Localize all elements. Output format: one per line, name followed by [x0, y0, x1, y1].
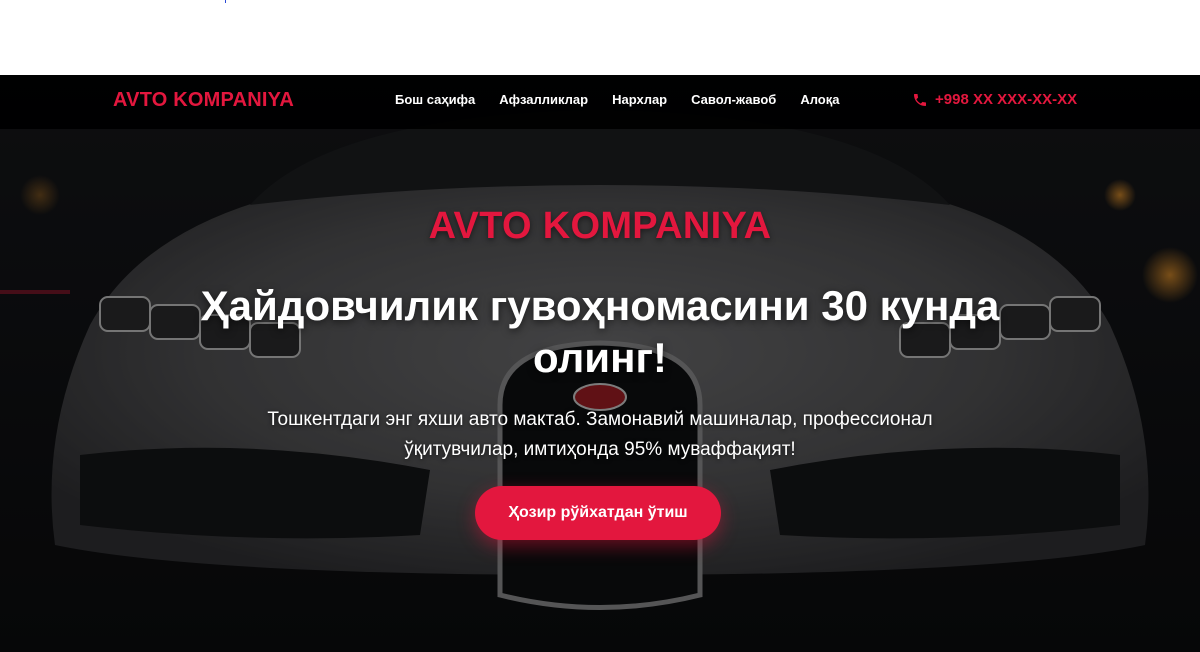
navbar: AVTO KOMPANIYA Бош саҳифа Афзалликлар На… — [0, 75, 1200, 129]
phone-link[interactable]: +998 XX XXX-XX-XX — [912, 91, 1077, 108]
phone-icon — [914, 93, 926, 106]
hero-content: AVTO KOMPANIYA Ҳайдовчилик гувоҳномасини… — [0, 75, 1200, 652]
nav-item-prices[interactable]: Нархлар — [612, 92, 667, 107]
site-logo[interactable]: AVTO KOMPANIYA — [113, 89, 294, 112]
nav-item-advantages[interactable]: Афзалликлар — [499, 92, 588, 107]
hero-brand-heading: AVTO KOMPANIYA — [428, 205, 772, 247]
nav-item-home[interactable]: Бош саҳифа — [395, 92, 475, 107]
phone-number: +998 XX XXX-XX-XX — [935, 91, 1078, 108]
nav-item-faq[interactable]: Савол-жавоб — [691, 92, 776, 107]
register-now-button[interactable]: Ҳозир рўйхатдан ўтиш — [475, 486, 721, 540]
hero-subtitle: Тошкентдаги энг яхши авто мактаб. Замона… — [267, 409, 933, 460]
nav-item-contact[interactable]: Алоқа — [800, 92, 839, 107]
cursor-mark — [225, 0, 226, 3]
page-top-blank — [0, 0, 1200, 75]
hero-title: Ҳайдовчилик гувоҳномасини 30 кунда олинг… — [200, 282, 1000, 381]
nav-menu: Бош саҳифа Афзалликлар Нархлар Савол-жав… — [395, 92, 839, 107]
